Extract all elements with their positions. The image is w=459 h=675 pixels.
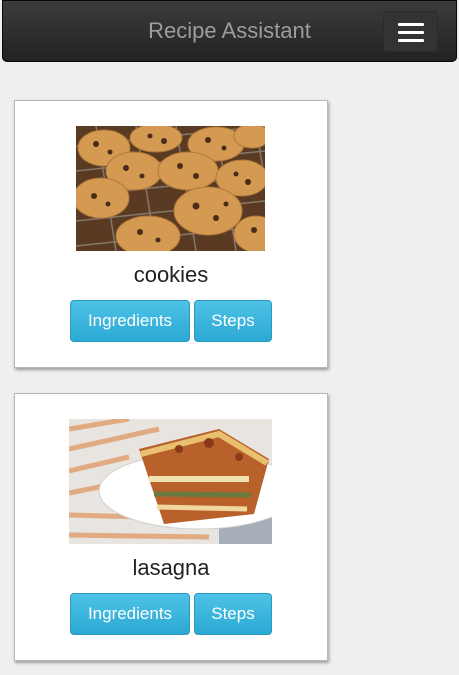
ingredients-button[interactable]: Ingredients bbox=[70, 300, 190, 342]
ingredients-button[interactable]: Ingredients bbox=[70, 593, 190, 635]
steps-button[interactable]: Steps bbox=[194, 300, 272, 342]
hamburger-menu-icon bbox=[398, 31, 424, 34]
cookies-image bbox=[76, 126, 265, 251]
lasagna-image bbox=[69, 419, 272, 544]
recipe-card-lasagna: lasagna Ingredients Steps bbox=[14, 393, 328, 661]
steps-button[interactable]: Steps bbox=[194, 593, 272, 635]
menu-toggle-button[interactable] bbox=[383, 11, 438, 52]
lasagna-photo bbox=[69, 419, 272, 544]
hamburger-menu-icon bbox=[398, 39, 424, 42]
cookies-photo bbox=[76, 126, 265, 251]
recipe-card-cookies: cookies Ingredients Steps bbox=[14, 100, 328, 368]
hamburger-menu-icon bbox=[398, 23, 424, 26]
top-navbar: Recipe Assistant bbox=[2, 0, 457, 62]
recipe-title: cookies bbox=[133, 262, 209, 287]
recipe-title: lasagna bbox=[132, 555, 210, 580]
